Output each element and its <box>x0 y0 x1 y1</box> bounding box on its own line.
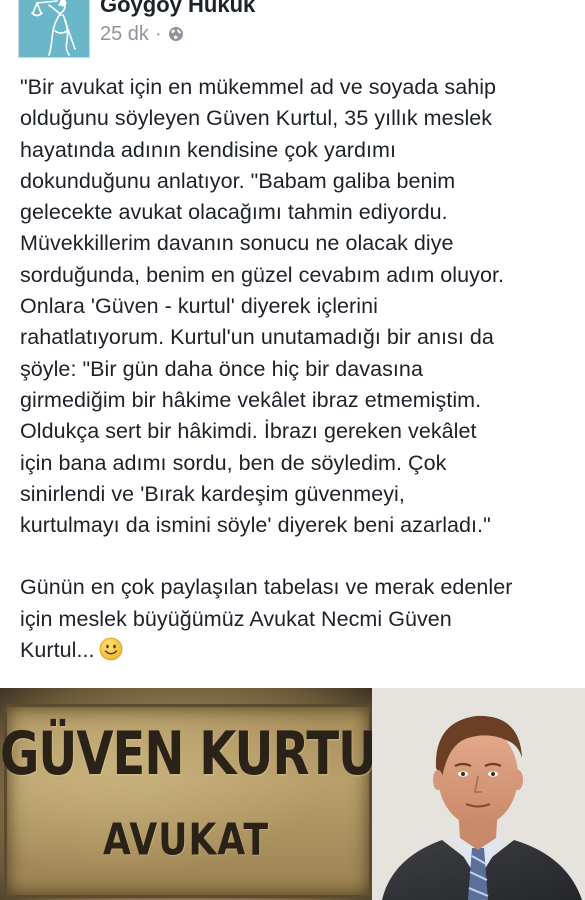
text-line-last: Kurtul... <box>20 635 568 666</box>
text-line: kurtulmayı da ismini söyle' diyerek beni… <box>20 513 491 538</box>
meta-separator: · <box>154 23 162 45</box>
smile-icon <box>99 637 122 661</box>
text-line: Oldukça sert bir hâkimdi. İbrazı gereken… <box>20 419 477 444</box>
text-line: için meslek büyüğümüz Avukat Necmi Güven <box>20 606 452 631</box>
text-line: sinirlendi ve 'Bırak kardeşim güvenmeyi, <box>20 481 405 506</box>
post-header: Göygöy Hukuk 25 dk · <box>18 0 578 60</box>
facebook-post: Göygöy Hukuk 25 dk · "Bir avukat için en… <box>0 0 585 900</box>
post-paragraph-1: "Bir avukat için en mükemmel ad ve soyad… <box>20 72 568 541</box>
text-line: sorduğunda, benim en güzel cevabım adım … <box>20 262 504 287</box>
post-image[interactable]: GÜVEN KURTUL AVUKAT <box>0 688 585 900</box>
portrait-photo <box>372 688 585 900</box>
page-name[interactable]: Göygöy Hukuk <box>100 0 255 18</box>
text-line: şöyle: "Bir gün daha önce hiç bir davası… <box>20 356 423 381</box>
text-line: gelecekte avukat olacağımı tahmin ediyor… <box>20 200 448 225</box>
text-line-content: Kurtul... <box>20 638 95 663</box>
sign-subtitle: AVUKAT <box>102 815 270 866</box>
text-line: dokunduğunu anlatıyor. "Babam galiba ben… <box>20 168 456 193</box>
text-line: Günün en çok paylaşılan tabelası ve mera… <box>20 575 513 600</box>
text-line: rahatlatıyorum. Kurtul'un unutamadığı bi… <box>20 325 494 350</box>
lady-justice-logo <box>19 0 89 57</box>
post-paragraph-2: Günün en çok paylaşılan tabelası ve mera… <box>20 572 568 666</box>
sign-photo: GÜVEN KURTUL AVUKAT <box>0 688 407 900</box>
text-line: hayatında adının kendisine çok yardımı <box>20 137 396 162</box>
text-line: "Bir avukat için en mükemmel ad ve soyad… <box>20 75 497 99</box>
person-portrait-image <box>372 688 585 900</box>
post-timestamp[interactable]: 25 dk <box>100 22 149 46</box>
globe-icon[interactable] <box>168 26 184 42</box>
text-line: için bana adımı sordu, ben de söyledim. … <box>20 450 447 475</box>
sign-title: GÜVEN KURTUL <box>0 719 407 789</box>
text-line: Onlara 'Güven - kurtul' diyerek içlerini <box>20 294 378 319</box>
post-text: "Bir avukat için en mükemmel ad ve soyad… <box>20 72 568 666</box>
text-line: olduğunu söyleyen Güven Kurtul, 35 yıllı… <box>20 106 493 131</box>
text-line: Müvekkillerim davanın sonucu ne olacak d… <box>20 231 454 256</box>
post-meta: 25 dk · <box>100 22 184 46</box>
text-line: girmediğim bir hâkime vekâlet ibraz etme… <box>20 387 482 412</box>
page-avatar[interactable] <box>18 0 90 58</box>
